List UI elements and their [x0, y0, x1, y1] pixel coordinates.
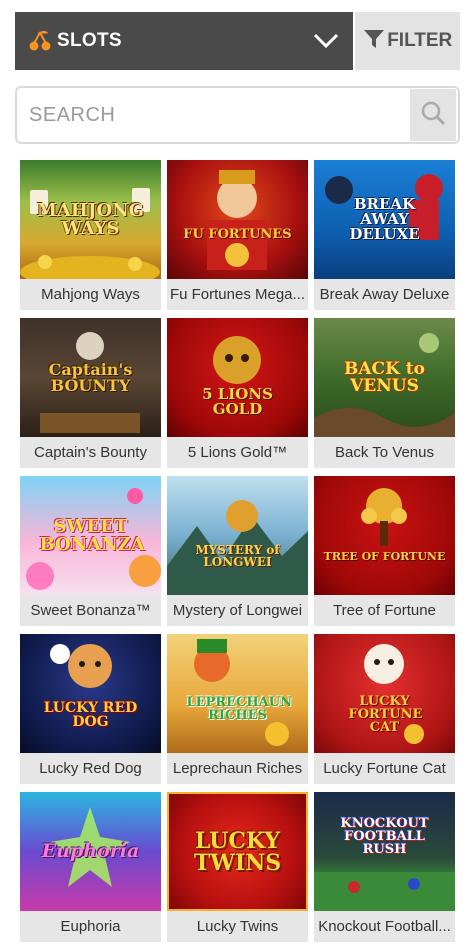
game-logo: FU FORTUNES — [183, 227, 292, 242]
game-thumbnail: SWEET BONANZA — [20, 476, 161, 595]
game-card-back-to-venus[interactable]: BACK to VENUS Back To Venus — [314, 318, 455, 468]
game-card-fu-fortunes[interactable]: FU FORTUNES Fu Fortunes Mega... — [167, 160, 308, 310]
category-dropdown[interactable]: SLOTS — [15, 12, 354, 70]
game-logo: TREE OF FORTUNE — [323, 550, 446, 563]
game-logo: LUCKY TWINS — [193, 827, 282, 876]
game-logo: 5 LIONS GOLD — [202, 384, 273, 418]
game-title: Lucky Fortune Cat — [323, 760, 446, 777]
search-button[interactable] — [410, 89, 456, 141]
game-thumbnail: FU FORTUNES — [167, 160, 308, 279]
game-card-lucky-red-dog[interactable]: LUCKY RED DOG Lucky Red Dog — [20, 634, 161, 784]
game-title: Leprechaun Riches — [172, 760, 303, 777]
game-thumbnail: LUCKY TWINS — [167, 792, 308, 911]
game-thumbnail: TREE OF FORTUNE — [314, 476, 455, 595]
game-thumbnail: 5 LIONS GOLD — [167, 318, 308, 437]
game-title: 5 Lions Gold™ — [187, 444, 288, 461]
cherry-icon — [27, 28, 53, 54]
game-logo: MYSTERY of LONGWEI — [195, 542, 280, 569]
game-title: Fu Fortunes Mega... — [169, 286, 306, 303]
game-logo: KNOCKOUT FOOTBALL RUSH — [340, 816, 429, 857]
game-logo: SWEET BONANZA — [39, 515, 145, 555]
game-thumbnail: MYSTERY of LONGWEI — [167, 476, 308, 595]
search-bar — [15, 86, 460, 144]
game-logo: LUCKY FORTUNE CAT — [348, 694, 423, 735]
game-card-euphoria[interactable]: Euphoria Euphoria — [20, 792, 161, 942]
funnel-icon — [363, 28, 385, 55]
game-title: Back To Venus — [335, 444, 434, 461]
game-card-leprechaun-riches[interactable]: LEPRECHAUN RICHES Leprechaun Riches — [167, 634, 308, 784]
game-logo: LEPRECHAUN RICHES — [186, 694, 292, 723]
game-card-mystery-of-longwei[interactable]: MYSTERY of LONGWEI Mystery of Longwei — [167, 476, 308, 626]
game-card-mahjong-ways[interactable]: MAHJONG WAYS Mahjong Ways — [20, 160, 161, 310]
game-logo: Captain's BOUNTY — [48, 359, 133, 395]
game-title: Sweet Bonanza™ — [30, 602, 151, 619]
filter-label: FILTER — [387, 30, 453, 51]
game-title: Knockout Football... — [318, 918, 451, 935]
game-card-lucky-twins[interactable]: LUCKY TWINS Lucky Twins — [167, 792, 308, 942]
game-card-captains-bounty[interactable]: Captain's BOUNTY Captain's Bounty — [20, 318, 161, 468]
game-thumbnail: Euphoria — [20, 792, 161, 911]
game-card-knockout-football[interactable]: KNOCKOUT FOOTBALL RUSH Knockout Football… — [314, 792, 455, 942]
filter-button[interactable]: FILTER — [355, 12, 460, 70]
chevron-down-icon — [313, 28, 339, 54]
game-logo: BREAK AWAY DELUXE — [349, 195, 420, 243]
game-card-lucky-fortune-cat[interactable]: LUCKY FORTUNE CAT Lucky Fortune Cat — [314, 634, 455, 784]
game-thumbnail: Captain's BOUNTY — [20, 318, 161, 437]
game-grid: MAHJONG WAYS Mahjong Ways FU FORTUNES Fu… — [20, 160, 457, 942]
game-logo: LUCKY RED DOG — [43, 699, 138, 730]
game-thumbnail: BREAK AWAY DELUXE — [314, 160, 455, 279]
game-card-5-lions-gold[interactable]: 5 LIONS GOLD 5 Lions Gold™ — [167, 318, 308, 468]
game-thumbnail: MAHJONG WAYS — [20, 160, 161, 279]
game-logo: Euphoria — [41, 840, 140, 862]
game-title: Mahjong Ways — [41, 286, 140, 303]
top-bar: SLOTS FILTER — [15, 12, 460, 70]
game-title: Break Away Deluxe — [319, 286, 450, 303]
game-title: Tree of Fortune — [333, 602, 436, 619]
game-thumbnail: LUCKY FORTUNE CAT — [314, 634, 455, 753]
game-thumbnail: BACK to VENUS — [314, 318, 455, 437]
game-thumbnail: LUCKY RED DOG — [20, 634, 161, 753]
search-input[interactable] — [17, 88, 410, 142]
game-logo: BACK to VENUS — [344, 358, 425, 396]
game-thumbnail: LEPRECHAUN RICHES — [167, 634, 308, 753]
game-title: Lucky Red Dog — [39, 760, 142, 777]
game-thumbnail: KNOCKOUT FOOTBALL RUSH — [314, 792, 455, 911]
game-title: Captain's Bounty — [34, 444, 147, 461]
game-card-tree-of-fortune[interactable]: TREE OF FORTUNE Tree of Fortune — [314, 476, 455, 626]
game-logo: MAHJONG WAYS — [37, 199, 144, 239]
category-label: SLOTS — [57, 30, 122, 51]
search-icon — [420, 100, 446, 131]
game-title: Euphoria — [60, 918, 121, 935]
game-title: Mystery of Longwei — [172, 602, 303, 619]
game-card-break-away-deluxe[interactable]: BREAK AWAY DELUXE Break Away Deluxe — [314, 160, 455, 310]
game-title: Lucky Twins — [196, 918, 279, 935]
game-card-sweet-bonanza[interactable]: SWEET BONANZA Sweet Bonanza™ — [20, 476, 161, 626]
